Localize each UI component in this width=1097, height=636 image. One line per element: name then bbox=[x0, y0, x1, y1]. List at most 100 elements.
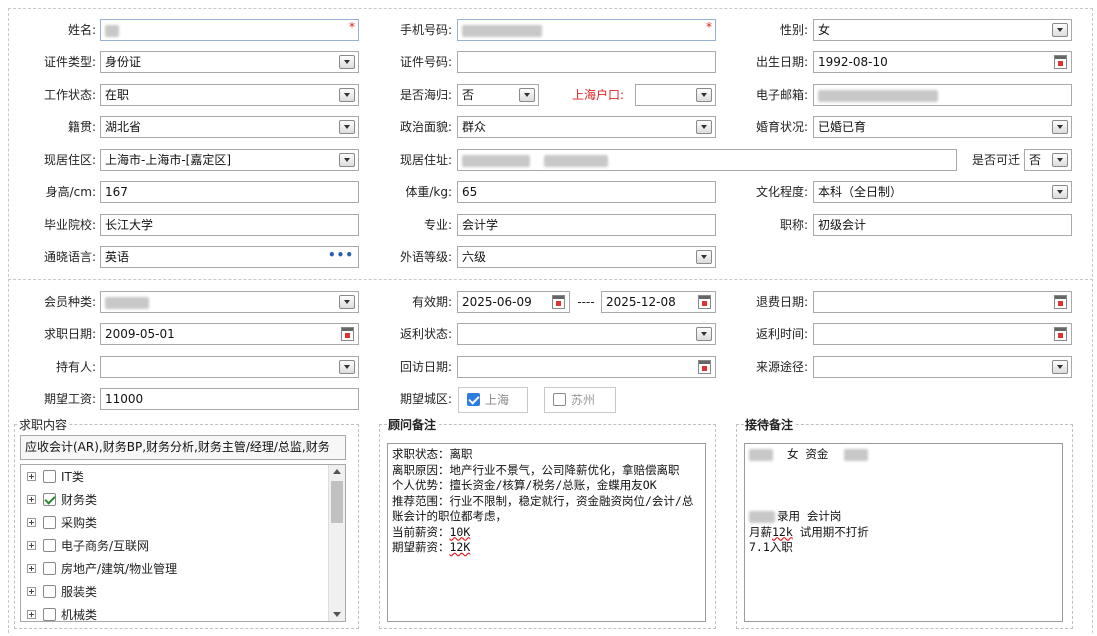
calendar-icon[interactable] bbox=[1054, 295, 1067, 309]
chevron-down-icon[interactable] bbox=[339, 295, 355, 309]
chevron-down-icon[interactable] bbox=[1052, 153, 1068, 167]
plus-expand-icon[interactable] bbox=[27, 587, 36, 596]
email-input[interactable] bbox=[813, 84, 1072, 106]
job-title-input[interactable]: 初级会计 bbox=[813, 214, 1072, 236]
chevron-down-icon[interactable] bbox=[339, 360, 355, 374]
tree-item-apparel[interactable]: 服装类 bbox=[27, 582, 97, 602]
source-select[interactable] bbox=[813, 356, 1072, 378]
id-type-select[interactable]: 身份证 bbox=[100, 51, 359, 73]
tree-checkbox[interactable] bbox=[43, 539, 56, 552]
major-input[interactable]: 会计学 bbox=[457, 214, 716, 236]
phone-input[interactable] bbox=[457, 19, 716, 41]
hukou-select[interactable] bbox=[635, 84, 716, 106]
tree-checkbox[interactable] bbox=[43, 585, 56, 598]
id-number-input[interactable] bbox=[457, 51, 716, 73]
relocate-label: 是否可迁 bbox=[971, 153, 1020, 167]
address-input[interactable] bbox=[457, 149, 957, 171]
scroll-thumb[interactable] bbox=[331, 481, 343, 523]
language-input[interactable]: 英语 ••• bbox=[100, 246, 359, 268]
rebate-time-input[interactable] bbox=[813, 323, 1072, 345]
height-input[interactable]: 167 bbox=[100, 181, 359, 203]
plus-expand-icon[interactable] bbox=[27, 518, 36, 527]
redacted-address bbox=[462, 154, 530, 167]
refund-date-input[interactable] bbox=[813, 291, 1072, 313]
name-input[interactable] bbox=[100, 19, 359, 41]
birth-date-input[interactable]: 1992-08-10 bbox=[813, 51, 1072, 73]
plus-expand-icon[interactable] bbox=[27, 610, 36, 619]
tree-checkbox[interactable] bbox=[43, 470, 56, 483]
hukou-label: 上海户口: bbox=[571, 88, 624, 102]
tree-item-ecommerce[interactable]: 电子商务/互联网 bbox=[27, 536, 149, 556]
scroll-up-icon[interactable] bbox=[333, 469, 341, 474]
chevron-down-icon[interactable] bbox=[1052, 120, 1068, 134]
job-date-input[interactable]: 2009-05-01 bbox=[100, 323, 359, 345]
foreign-level-select[interactable]: 六级 bbox=[457, 246, 716, 268]
tree-checkbox[interactable] bbox=[43, 516, 56, 529]
native-place-select[interactable]: 湖北省 bbox=[100, 116, 359, 138]
calendar-icon[interactable] bbox=[698, 360, 711, 374]
birth-date-value: 1992-08-10 bbox=[818, 55, 888, 69]
rebate-status-label: 返利状态: bbox=[399, 327, 452, 341]
consultant-note-textarea[interactable]: 求职状态：离职 离职原因：地产行业不景气，公司降薪优化，拿赔偿离职 个人优势：擅长资… bbox=[387, 443, 706, 622]
tree-item-machinery[interactable]: 机械类 bbox=[27, 605, 97, 621]
plus-expand-icon[interactable] bbox=[27, 495, 36, 504]
plus-expand-icon[interactable] bbox=[27, 472, 36, 481]
political-select[interactable]: 群众 bbox=[457, 116, 716, 138]
chevron-down-icon[interactable] bbox=[339, 120, 355, 134]
tree-scrollbar[interactable] bbox=[328, 465, 345, 621]
calendar-icon[interactable] bbox=[552, 295, 565, 309]
plus-expand-icon[interactable] bbox=[27, 564, 36, 573]
job-category-tree[interactable]: IT类 财务类 采购类 电子商务/互联网 房地产/建筑/物业管理 服装类 机械类 bbox=[20, 464, 346, 622]
marital-select[interactable]: 已婚已育 bbox=[813, 116, 1072, 138]
plus-expand-icon[interactable] bbox=[27, 541, 36, 550]
salary-input[interactable]: 11000 bbox=[100, 388, 359, 410]
chevron-down-icon[interactable] bbox=[339, 153, 355, 167]
tree-checkbox[interactable] bbox=[43, 608, 56, 621]
visit-date-input[interactable] bbox=[457, 356, 716, 378]
calendar-icon[interactable] bbox=[698, 295, 711, 309]
tree-item-realestate[interactable]: 房地产/建筑/物业管理 bbox=[27, 559, 177, 579]
chevron-down-icon[interactable] bbox=[519, 88, 535, 102]
calendar-icon[interactable] bbox=[1054, 327, 1067, 341]
validity-start-input[interactable]: 2025-06-09 bbox=[457, 291, 570, 313]
holder-label: 持有人: bbox=[55, 360, 96, 374]
tree-item-purchasing[interactable]: 采购类 bbox=[27, 513, 97, 533]
tree-checkbox[interactable] bbox=[43, 562, 56, 575]
chevron-down-icon[interactable] bbox=[1052, 23, 1068, 37]
relocate-select[interactable]: 否 bbox=[1024, 149, 1072, 171]
chevron-down-icon[interactable] bbox=[1052, 185, 1068, 199]
chevron-down-icon[interactable] bbox=[696, 327, 712, 341]
tree-item-it[interactable]: IT类 bbox=[27, 467, 84, 487]
validity-end-input[interactable]: 2025-12-08 bbox=[601, 291, 716, 313]
rebate-status-select[interactable] bbox=[457, 323, 716, 345]
member-type-select[interactable] bbox=[100, 291, 359, 313]
calendar-icon[interactable] bbox=[341, 327, 354, 341]
job-content-summary[interactable]: 应收会计(AR),财务BP,财务分析,财务主管/经理/总监,财务 bbox=[20, 435, 346, 460]
chevron-down-icon[interactable] bbox=[1052, 360, 1068, 374]
reception-note-textarea[interactable]: 女 资金 录用 会计岗 月薪12k 试用期不打折 7.1入职 bbox=[744, 443, 1063, 622]
city-shanghai-checkbox[interactable]: 上海 bbox=[458, 387, 528, 413]
city-suzhou-checkbox[interactable]: 苏州 bbox=[544, 387, 616, 413]
work-status-select[interactable]: 在职 bbox=[100, 84, 359, 106]
weight-input[interactable]: 65 bbox=[457, 181, 716, 203]
district-select[interactable]: 上海市-上海市-[嘉定区] bbox=[100, 149, 359, 171]
tree-checkbox[interactable] bbox=[43, 493, 56, 506]
holder-select[interactable] bbox=[100, 356, 359, 378]
returnee-select[interactable]: 否 bbox=[457, 84, 539, 106]
returnee-value: 否 bbox=[462, 88, 475, 102]
tree-item-finance[interactable]: 财务类 bbox=[27, 490, 97, 510]
calendar-icon[interactable] bbox=[1054, 55, 1067, 69]
school-input[interactable]: 长江大学 bbox=[100, 214, 359, 236]
chevron-down-icon[interactable] bbox=[696, 120, 712, 134]
more-dots-icon[interactable]: ••• bbox=[328, 247, 354, 263]
scroll-down-icon[interactable] bbox=[333, 612, 341, 617]
chevron-down-icon[interactable] bbox=[696, 88, 712, 102]
checkbox-checked-icon bbox=[467, 393, 480, 406]
section-divider-top bbox=[8, 8, 1093, 9]
salary-label: 期望工资: bbox=[43, 392, 96, 406]
education-select[interactable]: 本科（全日制） bbox=[813, 181, 1072, 203]
chevron-down-icon[interactable] bbox=[696, 250, 712, 264]
chevron-down-icon[interactable] bbox=[339, 88, 355, 102]
gender-select[interactable]: 女 bbox=[813, 19, 1072, 41]
chevron-down-icon[interactable] bbox=[339, 55, 355, 69]
